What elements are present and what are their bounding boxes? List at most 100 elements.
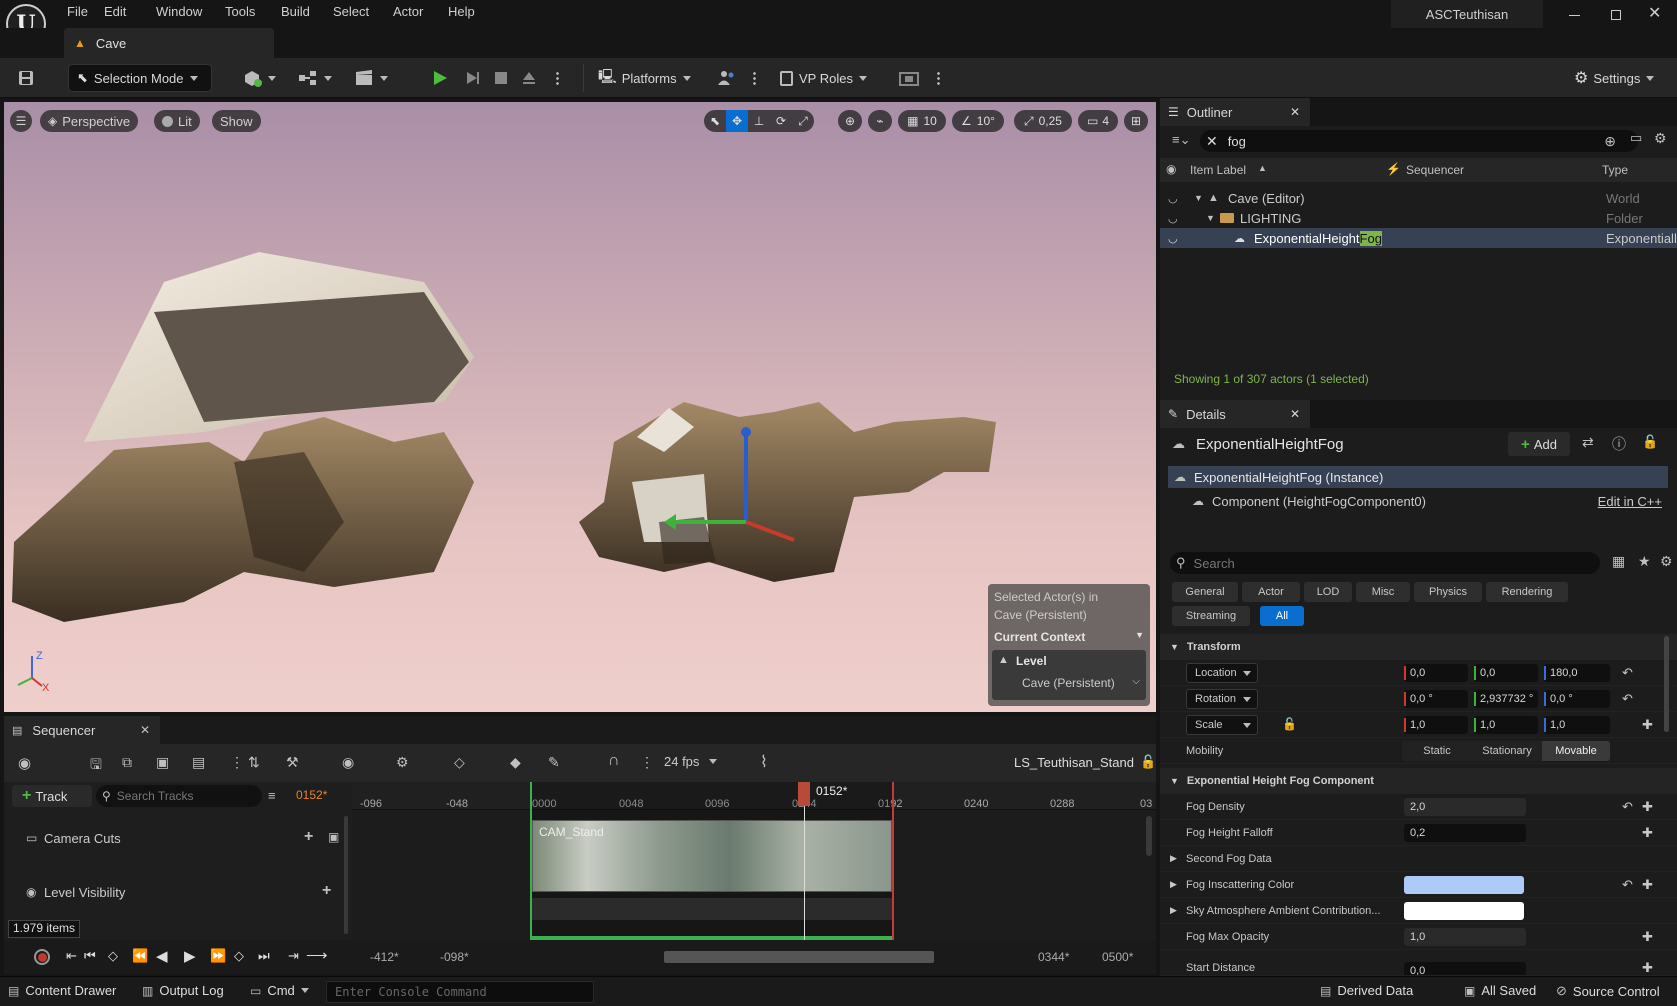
play-button[interactable] [428,64,452,92]
fog-density-input[interactable]: 2,0 [1404,798,1526,816]
record-button[interactable] [34,949,50,965]
outliner-row-folder[interactable]: ◡ ▼ LIGHTING Folder [1160,208,1677,228]
location-dropdown[interactable]: Location [1186,663,1258,683]
rotation-y[interactable]: 2,937732 ° [1474,690,1538,708]
jump-start-icon[interactable]: ⇤ [66,948,77,964]
output-log-button[interactable]: ▥ Output Log [142,983,224,998]
rotation-dropdown[interactable]: Rotation [1186,689,1258,709]
reset-icon[interactable]: ↶ [1622,691,1633,707]
menu-tools[interactable]: Tools [225,4,255,19]
surface-snap-icon[interactable]: ⌁ [868,110,892,132]
lock-icon[interactable]: 🔓 [1140,754,1156,770]
range-end[interactable]: 0500* [1102,950,1133,964]
close-icon[interactable]: ✕ [1290,407,1300,421]
layout-icon[interactable]: ⊞ [1124,110,1148,132]
menu-file[interactable]: File [67,4,88,19]
keyframe-icon[interactable]: ✚ [1642,960,1653,975]
lit-button[interactable]: Lit [154,110,200,132]
play-options-menu-icon[interactable] [553,64,561,92]
angle-snap-button[interactable]: ∠ 10° [952,110,1004,132]
add-filter-icon[interactable]: ⊕ [1604,133,1616,150]
menu-select[interactable]: Select [333,4,369,19]
outliner-tab[interactable]: ☰ Outliner ✕ [1160,98,1310,126]
reset-icon[interactable]: ↶ [1622,665,1633,681]
console-input[interactable]: Enter Console Command [326,981,594,1003]
filter-physics[interactable]: Physics [1414,582,1482,602]
start-distance-input[interactable]: 0,0 [1404,962,1526,975]
fog-falloff-input[interactable]: 0,2 [1404,824,1526,842]
scale-icon[interactable]: ⤢ [792,110,814,132]
scale-dropdown[interactable]: Scale [1186,715,1258,735]
close-window-icon[interactable]: ✕ [1648,3,1661,23]
loop-icon[interactable]: ⟶ [306,946,328,964]
settings-icon[interactable]: ⚙ [1654,130,1667,147]
location-z[interactable]: 180,0 [1544,664,1610,682]
rotation-z[interactable]: 0,0 ° [1544,690,1610,708]
playback-end-marker[interactable] [892,782,894,940]
blueprint-icon[interactable] [298,64,338,92]
world-icon[interactable]: ◉ [18,754,31,772]
key-icon[interactable]: ◇ [454,754,465,771]
menu-build[interactable]: Build [281,4,310,19]
visibility-eye-icon[interactable]: ◡ [1168,232,1178,245]
cinematics-icon[interactable] [354,64,394,92]
eye-icon[interactable]: ◉ [342,754,354,771]
translate-icon[interactable]: ✥ [726,110,748,132]
camera-speed-button[interactable]: ▭ 4 [1078,110,1118,132]
scale-x[interactable]: 1,0 [1404,716,1468,734]
filter-general[interactable]: General [1172,582,1238,602]
outliner-row-world[interactable]: ◡ ▼ ▲ Cave (Editor) World [1160,188,1677,208]
magnet-snap-icon[interactable]: ∩ [608,752,620,770]
step-back-icon[interactable]: ⏪ [132,948,148,964]
world-local-icon[interactable]: ⊕ [838,110,862,132]
sky-ambient-color-swatch[interactable] [1404,902,1524,920]
next-key-icon[interactable]: ⏭ [258,948,270,964]
timeline-scrollbar[interactable] [1146,816,1152,856]
second-fog-row[interactable]: ▶ Second Fog Data [1160,846,1677,872]
lock-icon[interactable]: 🔓 [1642,434,1658,450]
reset-icon[interactable]: ↶ [1622,799,1633,815]
step-forward-icon[interactable]: ⏩ [210,948,226,964]
play-reverse-icon[interactable]: ◀ [156,947,168,965]
favorites-star-icon[interactable]: ★ [1638,553,1651,570]
add-component-button[interactable]: + Add [1508,432,1570,456]
level-name[interactable]: Cave (Persistent) [1022,676,1115,690]
location-y[interactable]: 0,0 [1474,664,1538,682]
search-tracks-input[interactable]: ⚲ Search Tracks [96,785,262,807]
view-end[interactable]: 0344* [1038,950,1069,964]
table-view-icon[interactable]: ▦ [1612,553,1625,570]
blueprint-icon[interactable]: ⇄ [1582,434,1594,451]
level-visibility-bar[interactable] [532,898,892,920]
level-tab[interactable]: ▲ Cave [64,28,274,58]
expand-arrow-icon[interactable]: ▼ [1194,193,1203,203]
transform-icon[interactable]: ⊥ [748,110,770,132]
rotate-icon[interactable]: ⟳ [770,110,792,132]
mobility-movable[interactable]: Movable [1542,741,1610,761]
prev-key-icon[interactable]: ⏮ [84,948,96,964]
view-start[interactable]: -098* [440,950,469,964]
selection-mode-button[interactable]: ⬉ Selection Mode [68,64,212,92]
max-opacity-input[interactable]: 1,0 [1404,928,1526,946]
expand-arrow-icon[interactable]: ▶ [1170,879,1177,890]
eject-button[interactable] [518,64,540,92]
current-context-header[interactable]: Current Context ▼ [994,630,1144,644]
snap-menu-icon[interactable]: ⋮ [640,754,654,771]
render-movie-icon[interactable]: ▣ [156,754,169,771]
edit-cpp-link[interactable]: Edit in C++ [1598,494,1662,509]
source-control-button[interactable]: ⊘ Source Control [1556,983,1660,999]
add-track-button[interactable]: + Track [12,785,92,807]
menu-edit[interactable]: Edit [104,4,126,19]
reset-icon[interactable]: ↶ [1622,877,1633,893]
column-sequencer[interactable]: Sequencer [1406,163,1464,177]
close-icon[interactable]: ✕ [140,723,150,737]
menu-actor[interactable]: Actor [393,4,423,19]
keyframe-icon[interactable]: ✚ [1642,825,1653,841]
scale-z[interactable]: 1,0 [1544,716,1610,734]
visibility-eye-icon[interactable]: ◡ [1168,212,1178,225]
expand-arrow-icon[interactable]: ▼ [1206,213,1215,223]
new-folder-icon[interactable]: ▭ [1630,130,1642,146]
camera-lock-icon[interactable]: ▣ [328,830,339,844]
restore-icon[interactable] [1611,10,1621,20]
view-range-scrollbar[interactable] [664,951,934,963]
transform-section[interactable]: ▼ Transform [1160,634,1677,660]
